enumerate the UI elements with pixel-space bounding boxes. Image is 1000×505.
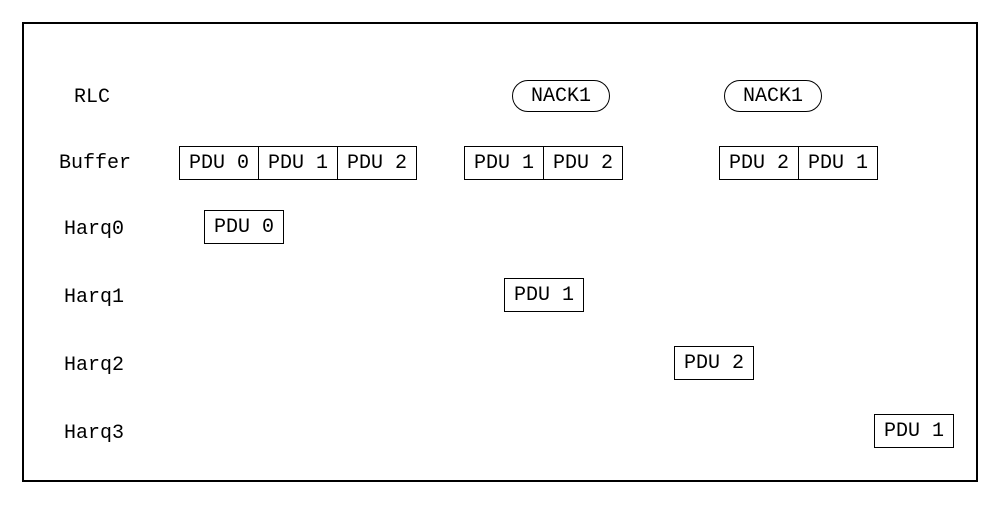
nack-pill-2: NACK1 bbox=[724, 80, 822, 112]
rlc-label: RLC bbox=[74, 86, 110, 109]
harq3-label: Harq3 bbox=[64, 422, 124, 445]
nack-pill-1: NACK1 bbox=[512, 80, 610, 112]
buffer-g1-pdu1: PDU 1 bbox=[258, 146, 338, 180]
buffer-g3-pdu1: PDU 1 bbox=[798, 146, 878, 180]
harq1-label: Harq1 bbox=[64, 286, 124, 309]
harq0-label: Harq0 bbox=[64, 218, 124, 241]
diagram-frame: RLC Buffer Harq0 Harq1 Harq2 Harq3 NACK1… bbox=[22, 22, 978, 482]
buffer-g1-pdu0: PDU 0 bbox=[179, 146, 259, 180]
harq2-pdu2: PDU 2 bbox=[674, 346, 754, 380]
harq2-label: Harq2 bbox=[64, 354, 124, 377]
buffer-g3-pdu2: PDU 2 bbox=[719, 146, 799, 180]
buffer-g2-pdu2: PDU 2 bbox=[543, 146, 623, 180]
buffer-label: Buffer bbox=[59, 152, 131, 175]
buffer-g1-pdu2: PDU 2 bbox=[337, 146, 417, 180]
harq0-pdu0: PDU 0 bbox=[204, 210, 284, 244]
buffer-g2-pdu1: PDU 1 bbox=[464, 146, 544, 180]
harq1-pdu1: PDU 1 bbox=[504, 278, 584, 312]
harq3-pdu1: PDU 1 bbox=[874, 414, 954, 448]
